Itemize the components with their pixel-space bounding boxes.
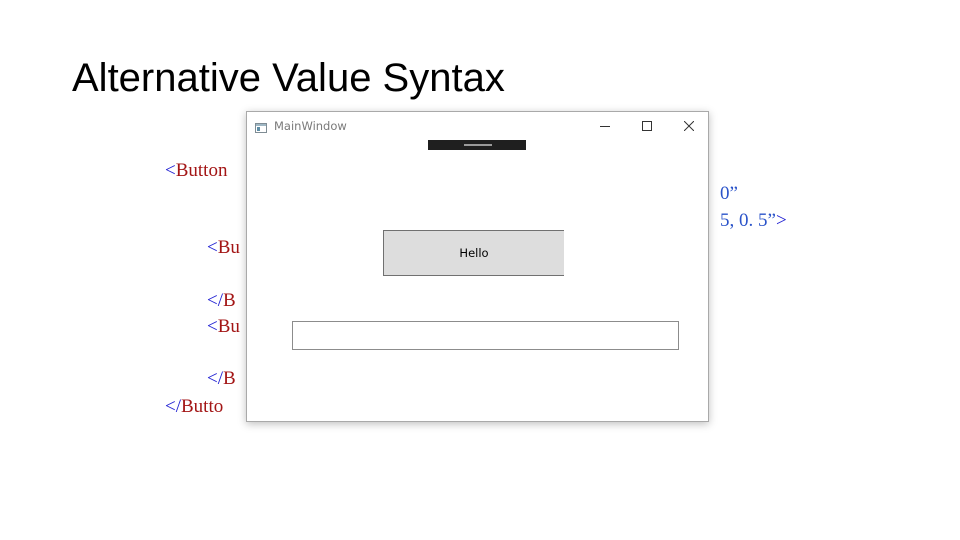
code-line-inner-open-2: <Bu bbox=[207, 317, 240, 336]
hello-button[interactable]: Hello bbox=[383, 230, 564, 276]
grip-icon bbox=[464, 144, 492, 146]
code-angle: < bbox=[207, 237, 218, 258]
close-icon bbox=[684, 121, 694, 131]
code-line-inner-close: </B bbox=[207, 291, 236, 310]
code-tag: B bbox=[223, 290, 236, 311]
code-line-button-close: </Butto bbox=[165, 397, 223, 416]
code-angle: </ bbox=[207, 368, 223, 389]
maximize-button[interactable] bbox=[626, 112, 668, 140]
code-attr-fragment-2: 5, 0. 5”> bbox=[720, 211, 787, 230]
minimize-button[interactable] bbox=[584, 112, 626, 140]
minimize-icon bbox=[600, 126, 610, 127]
title-bar[interactable]: MainWindow bbox=[247, 112, 708, 140]
code-attr-value: 0” bbox=[720, 183, 738, 204]
code-tag: Bu bbox=[217, 316, 240, 337]
window-title: MainWindow bbox=[274, 119, 347, 133]
code-tag: B bbox=[223, 368, 236, 389]
main-window: MainWindow Hello bbox=[246, 111, 709, 422]
code-tag: Butto bbox=[181, 396, 224, 417]
maximize-icon bbox=[642, 121, 652, 131]
code-angle: </ bbox=[207, 290, 223, 311]
code-line-button-open: <Button bbox=[165, 161, 227, 180]
debug-toolbar[interactable] bbox=[428, 140, 526, 150]
code-line-inner-open: <Bu bbox=[207, 238, 240, 257]
code-angle: > bbox=[775, 210, 787, 231]
text-input[interactable] bbox=[292, 321, 679, 350]
code-attr-fragment-1: 0” bbox=[720, 184, 738, 203]
code-line-inner-close-2: </B bbox=[207, 369, 236, 388]
slide-title: Alternative Value Syntax bbox=[72, 56, 505, 100]
code-tag: Button bbox=[175, 160, 228, 181]
code-angle: < bbox=[165, 160, 176, 181]
app-icon bbox=[255, 120, 267, 133]
code-attr-value: 5, 0. 5” bbox=[720, 210, 776, 231]
code-angle: < bbox=[207, 316, 218, 337]
code-tag: Bu bbox=[217, 237, 240, 258]
close-button[interactable] bbox=[668, 112, 710, 140]
code-angle: </ bbox=[165, 396, 181, 417]
